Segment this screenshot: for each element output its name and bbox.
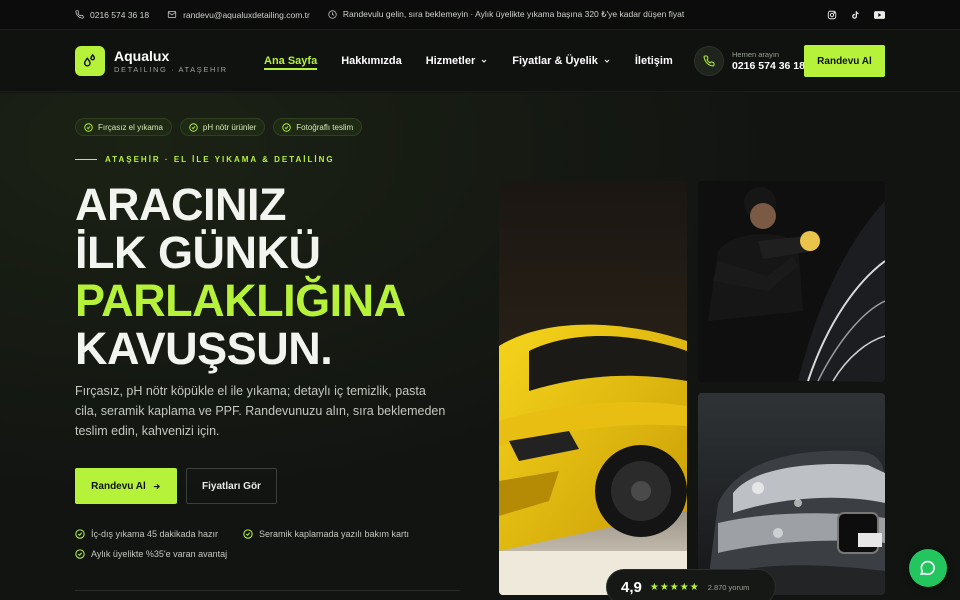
hero-title-line-1: ARACINIZ <box>75 179 286 230</box>
hero-title-line-4: KAVUŞSUN. <box>75 323 333 374</box>
nav-services-label: Hizmetler <box>425 55 476 67</box>
pill-photo-delivery: Fotoğraflı teslim <box>273 118 363 136</box>
foam-wash-photo <box>698 393 885 595</box>
check-circle-icon <box>282 122 291 132</box>
header-appointment-button[interactable]: Randevu Al <box>804 45 885 77</box>
brand-tagline: DETAILING · ATAŞEHIR <box>114 64 228 74</box>
nav-contact-label: İletişim <box>634 55 673 67</box>
hero-description: Fırçasız, pH nötr köpükle el ile yıkama;… <box>75 384 446 438</box>
nav-about-label: Hakkımızda <box>341 55 402 67</box>
tiktok-icon[interactable] <box>851 10 860 20</box>
check-circle-icon <box>75 529 85 539</box>
call-number: 0216 574 36 18 <box>732 60 805 72</box>
rating-reviews: 2.870 yorum <box>707 582 750 592</box>
phone-icon <box>75 10 84 19</box>
mail-icon <box>167 11 177 18</box>
instagram-icon[interactable] <box>827 10 837 20</box>
water-drops-icon <box>83 53 96 66</box>
topbar-notice: Randevulu gelin, sıra beklemeyin · Aylık… <box>328 9 684 20</box>
social-links <box>827 10 885 20</box>
top-bar: 0216 574 36 18 randevu@aqualuxdetailing.… <box>0 0 960 30</box>
logo-text[interactable]: Aqualux DETAILING · ATAŞEHIR <box>114 48 228 74</box>
hero-eyebrow: ATAŞEHİR · EL İLE YIKAMA & DETAİLİNG <box>75 155 335 164</box>
brand-name: Aqualux <box>114 47 170 64</box>
chevron-down-icon <box>481 59 487 63</box>
check-circle-icon <box>189 122 198 132</box>
hero-appointment-label: Randevu Al <box>91 480 146 492</box>
topbar-phone-text: 0216 574 36 18 <box>90 9 150 20</box>
pill-ph-neutral: pH nötr ürünler <box>179 118 266 136</box>
check-circle-icon <box>243 529 253 539</box>
check-circle-icon <box>75 549 85 559</box>
pill-label: Fırçasız el yıkama <box>98 122 163 132</box>
call-block[interactable]: Hemen arayın 0216 574 36 18 <box>694 46 805 76</box>
feature-text: Aylık üyelikte %35'e varan avantaj <box>91 549 228 559</box>
feature-text: İç-dış yıkama 45 dakikada hazır <box>91 529 219 539</box>
detailer-polishing-photo <box>698 181 885 382</box>
view-prices-button[interactable]: Fiyatları Gör <box>186 468 277 504</box>
chat-button[interactable] <box>909 549 947 587</box>
topbar-email[interactable]: randevu@aqualuxdetailing.com.tr <box>167 10 310 20</box>
eyebrow-line <box>75 159 97 160</box>
call-icon-circle <box>694 46 724 76</box>
rating-stars-icon: ★★★★★ <box>649 581 700 593</box>
pill-label: Fotoğraflı teslim <box>296 122 354 132</box>
nav-pricing[interactable]: Fiyatlar & Üyelik <box>512 30 611 92</box>
nav-contact[interactable]: İletişim <box>635 30 673 92</box>
feature-item: Seramik kaplamada yazılı bakım kartı <box>243 529 409 539</box>
main-header: Aqualux DETAILING · ATAŞEHIR Ana Sayfa H… <box>0 30 960 92</box>
nav-services[interactable]: Hizmetler <box>426 30 489 92</box>
nav-home-label: Ana Sayfa <box>264 55 318 67</box>
main-nav: Ana Sayfa Hakkımızda Hizmetler Fiyatlar … <box>264 30 697 92</box>
topbar-email-text: randevu@aqualuxdetailing.com.tr <box>183 9 310 20</box>
call-text: Hemen arayın 0216 574 36 18 <box>732 50 805 72</box>
rating-score: 4,9 <box>621 578 642 596</box>
call-label: Hemen arayın <box>732 50 780 59</box>
hero-section: Fırçasız el yıkama pH nötr ürünler Fotoğ… <box>0 93 960 600</box>
nav-home[interactable]: Ana Sayfa <box>264 30 318 92</box>
hero-pills: Fırçasız el yıkama pH nötr ürünler Fotoğ… <box>75 118 363 136</box>
pill-brushless: Fırçasız el yıkama <box>75 118 172 136</box>
nav-about[interactable]: Hakkımızda <box>341 30 402 92</box>
hero-buttons: Randevu Al Fiyatları Gör <box>75 468 277 504</box>
feature-item: Aylık üyelikte %35'e varan avantaj <box>75 549 227 559</box>
clock-icon <box>328 10 337 19</box>
yellow-supercar-photo <box>499 181 687 595</box>
rating-badge: 4,9 ★★★★★ 2.870 yorum <box>606 569 776 600</box>
logo-mark[interactable] <box>75 45 105 76</box>
hero-divider <box>75 590 460 591</box>
chat-bubble-icon <box>920 560 935 576</box>
hero-title: ARACINIZ İLK GÜNKÜ PARLAKLIĞINA KAVUŞSUN… <box>75 181 406 373</box>
hero-appointment-button[interactable]: Randevu Al <box>75 468 177 504</box>
arrow-right-icon <box>153 483 160 489</box>
chevron-down-icon <box>604 59 610 63</box>
phone-icon <box>703 55 715 67</box>
hero-title-line-2: İLK GÜNKÜ <box>75 227 321 278</box>
nav-pricing-label: Fiyatlar & Üyelik <box>512 55 598 67</box>
feature-item: İç-dış yıkama 45 dakikada hazır <box>75 529 218 539</box>
feature-text: Seramik kaplamada yazılı bakım kartı <box>259 529 410 539</box>
check-circle-icon <box>84 122 93 132</box>
youtube-icon[interactable] <box>874 10 885 19</box>
eyebrow-text: ATAŞEHİR · EL İLE YIKAMA & DETAİLİNG <box>105 155 335 164</box>
topbar-phone[interactable]: 0216 574 36 18 <box>75 10 149 20</box>
topbar-notice-text: Randevulu gelin, sıra beklemeyin · Aylık… <box>342 9 685 19</box>
hero-title-line-3: PARLAKLIĞINA <box>75 275 406 326</box>
pill-label: pH nötr ürünler <box>202 122 257 132</box>
